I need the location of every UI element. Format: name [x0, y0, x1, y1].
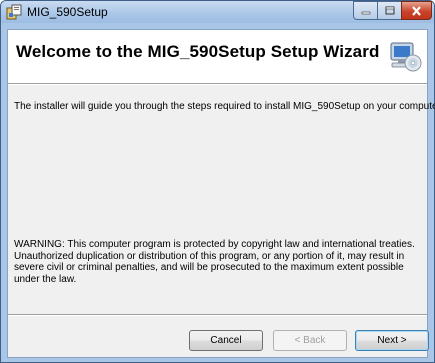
title-bar[interactable]: MIG_590Setup [1, 1, 434, 23]
installer-window: MIG_590Setup Welcome to the MIG_590Setup… [0, 0, 435, 363]
cancel-button[interactable]: Cancel [189, 330, 263, 351]
computer-cd-icon [390, 42, 422, 72]
window-title: MIG_590Setup [27, 5, 108, 19]
wizard-banner: Welcome to the MIG_590Setup Setup Wizard [8, 30, 427, 83]
footer-divider-highlight [8, 315, 427, 316]
banner-divider-highlight [8, 84, 427, 85]
back-button[interactable]: < Back [273, 330, 347, 351]
copyright-warning: WARNING: This computer program is protec… [14, 239, 415, 285]
minimize-icon [361, 11, 370, 14]
close-button[interactable] [401, 1, 432, 20]
maximize-icon [385, 6, 394, 15]
installer-app-icon [6, 4, 22, 20]
close-icon [412, 5, 421, 16]
wizard-client-area: Welcome to the MIG_590Setup Setup Wizard… [7, 29, 435, 358]
maximize-button[interactable] [377, 1, 402, 20]
intro-text: The installer will guide you through the… [14, 101, 435, 112]
next-button[interactable]: Next > [355, 330, 429, 351]
wizard-title: Welcome to the MIG_590Setup Setup Wizard [16, 42, 380, 61]
minimize-button[interactable] [353, 1, 378, 20]
